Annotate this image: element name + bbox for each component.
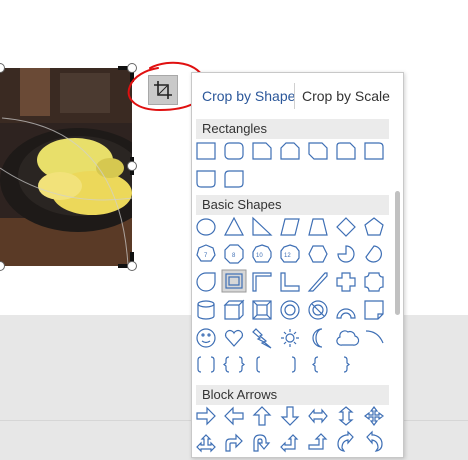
resize-handle-bottom-right[interactable] [127,261,137,271]
shape-left-up-arrow[interactable] [280,434,299,453]
shape-snip-diagonal[interactable] [308,142,328,160]
shape-l-shape[interactable] [280,272,300,292]
shape-arc[interactable] [365,330,384,344]
shape-right-triangle[interactable] [252,216,273,236]
svg-text:8: 8 [232,253,236,259]
shape-quad-arrow[interactable] [364,406,384,426]
shape-smiley-face[interactable] [196,328,216,348]
shape-can[interactable] [197,300,215,320]
shape-bevel[interactable] [252,300,272,320]
svg-text:7: 7 [204,253,208,259]
shape-snip-same-side[interactable] [280,142,300,160]
shape-curved-right-arrow[interactable] [337,430,354,452]
shape-heptagon[interactable]: 7 [196,244,216,262]
shape-left-arrow[interactable] [224,406,244,426]
shape-teardrop[interactable] [196,272,216,292]
shape-moon[interactable] [312,328,323,348]
shape-double-brace[interactable] [223,356,245,373]
shape-left-bracket[interactable] [256,356,261,373]
shape-cloud[interactable] [336,330,360,346]
shape-round-diagonal[interactable] [224,170,244,188]
shape-down-arrow[interactable] [280,406,300,426]
shape-snip-round[interactable] [336,142,356,160]
shape-octagon[interactable]: 8 [224,244,244,264]
shape-round-same-side[interactable] [196,170,216,188]
crop-shape-dropdown: Crop by Shape Crop by Scale Rectangles B… [191,72,404,458]
shape-snip-single-corner[interactable] [252,142,272,160]
shape-rounded-rectangle[interactable] [224,142,244,160]
shape-parallelogram[interactable] [280,218,300,236]
shape-right-brace[interactable] [343,356,350,373]
crop-icon [154,81,172,99]
shape-right-arrow[interactable] [196,406,216,426]
shape-donut[interactable] [280,300,300,320]
shape-dodecagon[interactable]: 12 [280,244,300,263]
shape-plus[interactable] [336,272,356,292]
shape-hexagon[interactable] [308,245,328,263]
shape-heart[interactable] [224,329,244,347]
shape-half-frame[interactable] [252,272,272,292]
shape-up-down-arrow[interactable] [338,406,354,426]
shape-bent-arrow[interactable] [225,433,243,452]
shape-rectangle[interactable] [196,142,216,160]
shape-gallery[interactable]: 7 8 10 12 [192,73,392,458]
shape-block-arc[interactable] [336,308,356,319]
shape-no-symbol[interactable] [308,300,328,320]
resize-handle-top-right[interactable] [127,63,137,73]
shape-round-single-corner[interactable] [364,142,384,160]
shape-right-bracket[interactable] [291,356,296,373]
shape-oval[interactable] [196,218,216,236]
shape-folded-corner[interactable] [364,300,384,320]
shape-diamond[interactable] [336,217,356,237]
shape-left-right-up-arrow[interactable] [196,434,216,453]
svg-text:12: 12 [284,253,291,259]
shape-curved-left-arrow[interactable] [366,430,383,452]
crop-button[interactable] [148,75,178,105]
shape-left-brace[interactable] [312,356,319,373]
shape-double-bracket[interactable] [197,356,215,373]
shape-chord[interactable] [365,245,382,263]
svg-text:10: 10 [256,253,263,259]
shape-up-arrow[interactable] [252,406,272,426]
shape-pie[interactable] [337,245,355,263]
shape-left-right-arrow[interactable] [308,408,328,424]
shape-u-turn-arrow[interactable] [253,434,271,452]
resize-handle-mid-right[interactable] [127,161,137,171]
shape-decagon[interactable]: 10 [252,244,272,263]
shape-diagonal-stripe[interactable] [307,272,328,292]
shape-plaque[interactable] [364,272,384,292]
shape-trapezoid[interactable] [308,218,328,236]
food-photo [0,68,132,266]
shape-pentagon[interactable] [364,217,384,236]
shape-cube[interactable] [223,299,245,320]
shape-bent-up-arrow[interactable] [308,433,328,450]
shape-lightning-bolt[interactable] [252,328,272,349]
shape-sun[interactable] [281,329,299,347]
selected-picture[interactable] [0,68,132,266]
dropdown-scrollbar-thumb[interactable] [395,191,400,315]
shape-triangle[interactable] [224,216,244,236]
